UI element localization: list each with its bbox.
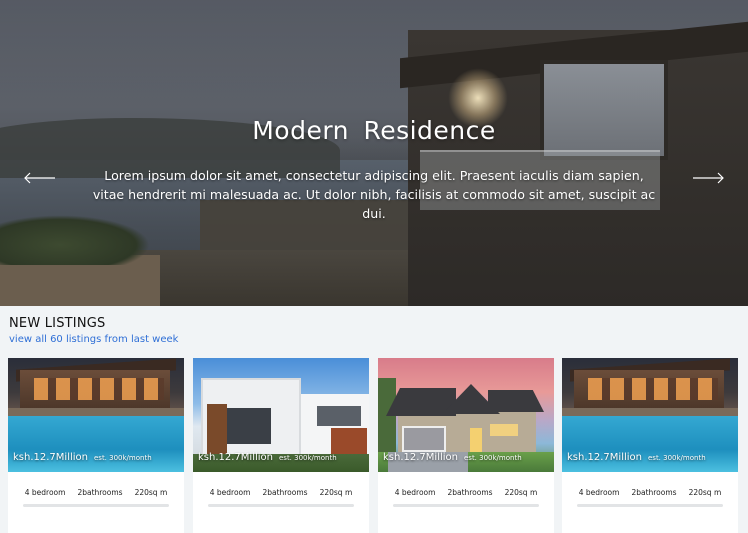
listing-card[interactable]: ksh.12.7Million est. 300k/month 4 bedroom… (8, 358, 184, 533)
listing-area: 220sq m (319, 488, 353, 497)
listing-bedrooms: 4 bedroom (209, 488, 251, 497)
arrow-left-icon (24, 172, 55, 184)
listing-card[interactable]: ksh.12.7Million est. 300k/month 4 bedroom… (378, 358, 554, 533)
hero-banner: Modern Residence Lorem ipsum dolor sit a… (0, 0, 748, 306)
listing-divider (577, 504, 723, 507)
hero-image-window (540, 60, 668, 160)
listing-area: 220sq m (688, 488, 722, 497)
listing-price: ksh.12.7Million est. 300k/month (13, 452, 152, 463)
listing-divider (393, 504, 539, 507)
listing-specs: 4 bedroom 2bathrooms 220sq m (562, 488, 738, 497)
listing-specs: 4 bedroom 2bathrooms 220sq m (8, 488, 184, 497)
listing-estimate: est. 300k/month (463, 454, 522, 462)
listing-card[interactable]: ksh.12.7Million est. 300k/month 4 bedroom… (562, 358, 738, 533)
listing-bedrooms: 4 bedroom (394, 488, 436, 497)
listing-bedrooms: 4 bedroom (24, 488, 66, 497)
carousel-prev-button[interactable] (22, 168, 58, 188)
view-all-listings-link[interactable]: view all 60 listings from last week (9, 334, 178, 345)
listing-price: ksh.12.7Million est. 300k/month (567, 452, 706, 463)
listing-bathrooms: 2bathrooms (77, 488, 123, 497)
listing-specs: 4 bedroom 2bathrooms 220sq m (193, 488, 369, 497)
hero-title: Modern Residence (252, 116, 496, 145)
listing-card[interactable]: ksh.12.7Million est. 300k/month 4 bedroom… (193, 358, 369, 533)
listing-photo: ksh.12.7Million est. 300k/month (193, 358, 369, 472)
listing-bedrooms: 4 bedroom (578, 488, 620, 497)
listing-photo: ksh.12.7Million est. 300k/month (562, 358, 738, 472)
listing-area: 220sq m (134, 488, 168, 497)
listing-divider (23, 504, 169, 507)
listing-divider (208, 504, 354, 507)
listing-bathrooms: 2bathrooms (262, 488, 308, 497)
listing-estimate: est. 300k/month (647, 454, 706, 462)
listing-photo: ksh.12.7Million est. 300k/month (378, 358, 554, 472)
listing-price: ksh.12.7Million est. 300k/month (198, 452, 337, 463)
listing-bathrooms: 2bathrooms (631, 488, 677, 497)
arrow-right-icon (693, 172, 724, 184)
carousel-next-button[interactable] (690, 168, 726, 188)
listings-heading: NEW LISTINGS (9, 316, 106, 331)
listing-photo: ksh.12.7Million est. 300k/month (8, 358, 184, 472)
hero-description: Lorem ipsum dolor sit amet, consectetur … (92, 168, 656, 221)
listing-area: 220sq m (504, 488, 538, 497)
listing-specs: 4 bedroom 2bathrooms 220sq m (378, 488, 554, 497)
listing-estimate: est. 300k/month (93, 454, 152, 462)
listing-price: ksh.12.7Million est. 300k/month (383, 452, 522, 463)
listing-estimate: est. 300k/month (278, 454, 337, 462)
listing-bathrooms: 2bathrooms (447, 488, 493, 497)
